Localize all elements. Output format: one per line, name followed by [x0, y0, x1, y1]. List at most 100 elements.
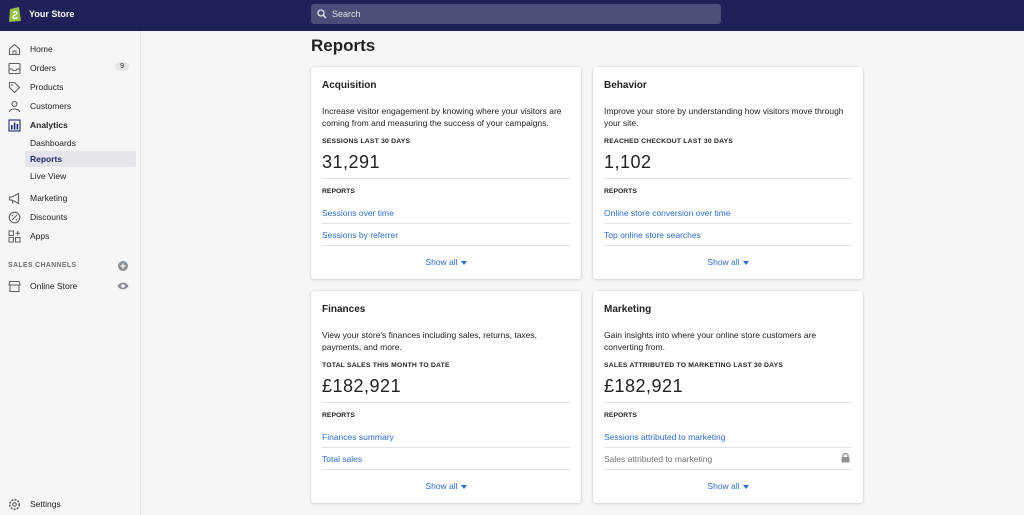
search-placeholder: Search: [332, 9, 361, 19]
marketing-card: Marketing Gain insights into where your …: [593, 291, 863, 503]
bar-chart-icon: [8, 118, 21, 132]
reports-label: REPORTS: [604, 412, 637, 419]
view-eye-icon[interactable]: [117, 281, 129, 291]
reports-label: REPORTS: [322, 188, 355, 195]
nav-live-view[interactable]: Live View: [25, 168, 136, 184]
divider: [322, 402, 570, 403]
nav-analytics[interactable]: Analytics: [0, 116, 141, 134]
nav-dashboards-label: Dashboards: [30, 138, 76, 148]
search-icon: [317, 9, 327, 19]
show-all-button[interactable]: Show all: [593, 481, 863, 491]
sidebar: Home Orders 9 Products Customers Analyti…: [0, 31, 141, 515]
sales-channels-header: SALES CHANNELS: [8, 262, 77, 269]
store-name: Your Store: [29, 9, 75, 19]
divider: [604, 402, 852, 403]
lock-icon: [841, 452, 850, 463]
divider: [322, 447, 570, 448]
report-link-sessions-over-time[interactable]: Sessions over time: [322, 208, 394, 218]
show-all-button[interactable]: Show all: [311, 481, 581, 491]
divider: [322, 245, 570, 246]
nav-orders-label: Orders: [30, 63, 56, 73]
show-all-label: Show all: [707, 481, 740, 491]
storefront-icon: [8, 280, 21, 292]
nav-reports[interactable]: Reports: [25, 151, 136, 167]
caret-down-icon: [460, 484, 467, 489]
discount-icon: [8, 211, 21, 223]
acquisition-card: Acquisition Increase visitor engagement …: [311, 67, 581, 279]
metric-label: TOTAL SALES THIS MONTH TO DATE: [322, 362, 450, 369]
card-description: View your store's finances including sal…: [322, 330, 538, 352]
nav-marketing[interactable]: Marketing: [0, 189, 141, 207]
metric-label: SESSIONS LAST 30 DAYS: [322, 138, 411, 145]
nav-apps-label: Apps: [30, 231, 50, 241]
divider: [604, 469, 852, 470]
behavior-card: Behavior Improve your store by understan…: [593, 67, 863, 279]
nav-dashboards[interactable]: Dashboards: [25, 135, 136, 151]
card-title: Marketing: [604, 304, 652, 315]
report-link-total-sales[interactable]: Total sales: [322, 454, 362, 464]
top-bar: Your Store Search: [0, 0, 1024, 31]
megaphone-icon: [8, 192, 20, 204]
caret-down-icon: [742, 260, 749, 265]
search-input[interactable]: Search: [311, 4, 721, 24]
divider: [604, 223, 852, 224]
divider: [322, 223, 570, 224]
home-icon: [8, 43, 21, 55]
caret-down-icon: [742, 484, 749, 489]
apps-icon: [8, 230, 21, 242]
nav-analytics-label: Analytics: [30, 120, 68, 130]
nav-discounts[interactable]: Discounts: [0, 208, 141, 226]
report-link-finances-summary[interactable]: Finances summary: [322, 432, 394, 442]
report-link-sessions-attributed-to-marketing[interactable]: Sessions attributed to marketing: [604, 432, 725, 442]
finances-card: Finances View your store's finances incl…: [311, 291, 581, 503]
card-title: Acquisition: [322, 80, 377, 91]
reports-label: REPORTS: [322, 412, 355, 419]
nav-online-store-label: Online Store: [30, 281, 78, 291]
divider: [322, 469, 570, 470]
nav-customers-label: Customers: [30, 101, 72, 111]
report-link-top-online-store-searches[interactable]: Top online store searches: [604, 230, 701, 240]
page-title: Reports: [311, 36, 376, 55]
nav-apps[interactable]: Apps: [0, 227, 141, 245]
caret-down-icon: [460, 260, 467, 265]
nav-customers[interactable]: Customers: [0, 97, 141, 115]
reports-label: REPORTS: [604, 188, 637, 195]
card-title: Finances: [322, 304, 366, 315]
add-channel-plus-icon[interactable]: [118, 261, 128, 271]
shopify-logo-icon: [9, 7, 21, 22]
nav-products[interactable]: Products: [0, 78, 141, 96]
metric-value: £182,921: [322, 376, 402, 396]
nav-discounts-label: Discounts: [30, 212, 68, 222]
gear-icon: [8, 498, 21, 510]
metric-value: 1,102: [604, 152, 652, 172]
show-all-label: Show all: [425, 481, 458, 491]
show-all-button[interactable]: Show all: [593, 257, 863, 267]
metric-label: REACHED CHECKOUT LAST 30 DAYS: [604, 138, 734, 145]
nav-home-label: Home: [30, 44, 53, 54]
nav-reports-label: Reports: [30, 154, 63, 164]
nav-settings-label: Settings: [30, 499, 61, 509]
card-title: Behavior: [604, 80, 647, 91]
show-all-button[interactable]: Show all: [311, 257, 581, 267]
nav-marketing-label: Marketing: [30, 193, 68, 203]
divider: [322, 178, 570, 179]
report-link-sessions-by-referrer[interactable]: Sessions by referrer: [322, 230, 398, 240]
orders-count-badge: 9: [115, 62, 129, 71]
show-all-label: Show all: [707, 257, 740, 267]
divider: [604, 447, 852, 448]
report-link-online-store-conversion[interactable]: Online store conversion over time: [604, 208, 731, 218]
store-brand[interactable]: Your Store: [8, 5, 74, 23]
card-description: Improve your store by understanding how …: [604, 106, 844, 128]
card-description: Gain insights into where your online sto…: [604, 330, 817, 352]
person-icon: [8, 100, 21, 112]
nav-products-label: Products: [30, 82, 64, 92]
nav-live-view-label: Live View: [30, 171, 67, 181]
divider: [604, 245, 852, 246]
orders-icon: [8, 62, 21, 74]
nav-settings[interactable]: Settings: [0, 495, 141, 513]
nav-orders[interactable]: Orders 9: [0, 59, 141, 77]
metric-value: £182,921: [604, 376, 684, 396]
nav-home[interactable]: Home: [0, 40, 141, 58]
tag-icon: [8, 81, 21, 93]
report-link-sales-attributed-to-marketing: Sales attributed to marketing: [604, 454, 713, 464]
